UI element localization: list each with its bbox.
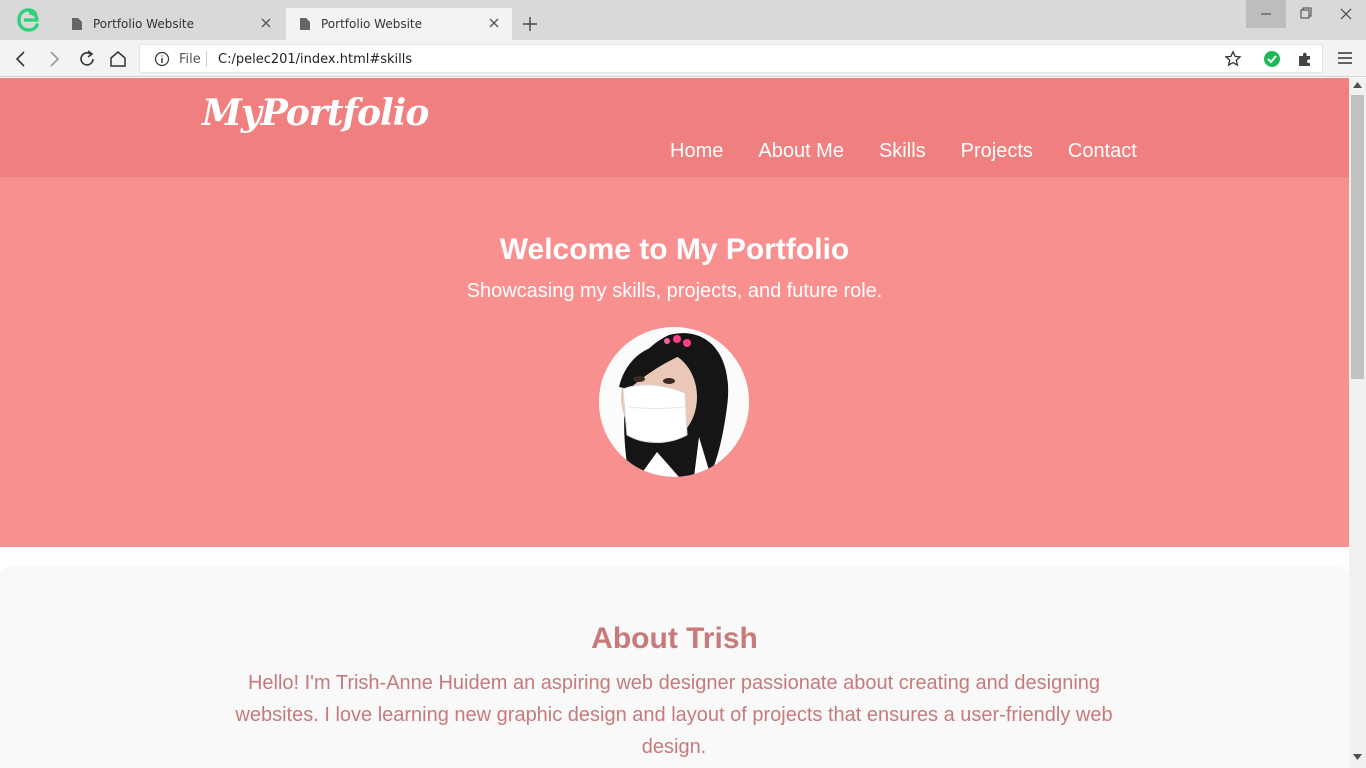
tab-title: Portfolio Website	[93, 17, 195, 31]
about-section: About Trish Hello! I'm Trish-Anne Huidem…	[0, 567, 1349, 768]
file-icon	[72, 18, 82, 30]
star-icon[interactable]	[1224, 50, 1242, 68]
puzzle-icon[interactable]	[1296, 50, 1314, 68]
scroll-thumb[interactable]	[1351, 95, 1364, 379]
forward-icon[interactable]	[43, 48, 65, 70]
hero-subtitle: Showcasing my skills, projects, and futu…	[466, 280, 883, 302]
menu-icon[interactable]	[1336, 49, 1354, 67]
url-text[interactable]: C:/pelec201/index.html#skills	[218, 52, 412, 67]
home-icon[interactable]	[107, 48, 129, 70]
address-bar[interactable]: File C:/pelec201/index.html#skills	[139, 44, 1323, 73]
browser-toolbar: File C:/pelec201/index.html#skills	[0, 40, 1366, 77]
browser-logo-icon	[17, 8, 39, 32]
tab-active[interactable]: Portfolio Website	[286, 8, 512, 40]
close-icon[interactable]	[1326, 0, 1366, 28]
browser-tabbar: Portfolio Website Portfolio Website	[0, 0, 1366, 40]
nav-link-home[interactable]: Home	[670, 140, 723, 163]
back-icon[interactable]	[10, 48, 32, 70]
site-nav: Home About Me Skills Projects Contact	[670, 140, 1137, 163]
nav-link-skills[interactable]: Skills	[879, 140, 926, 163]
file-icon	[300, 18, 310, 30]
profile-avatar	[599, 327, 749, 477]
page-viewport: MyPortfolio Home About Me Skills Project…	[0, 78, 1349, 768]
address-divider	[206, 51, 207, 67]
close-icon[interactable]	[258, 15, 274, 31]
scroll-down-icon[interactable]	[1353, 754, 1362, 760]
hero-title: Welcome to My Portfolio	[499, 233, 850, 266]
tab-inactive[interactable]: Portfolio Website	[58, 8, 284, 40]
about-title: About Trish	[591, 622, 758, 655]
scheme-label: File	[179, 52, 201, 67]
site-header: MyPortfolio Home About Me Skills Project…	[0, 78, 1349, 177]
tab-title: Portfolio Website	[321, 17, 423, 31]
plus-icon[interactable]	[520, 14, 540, 34]
nav-link-projects[interactable]: Projects	[961, 140, 1033, 163]
info-icon[interactable]	[154, 51, 170, 67]
page-scrollbar[interactable]	[1349, 78, 1366, 768]
minimize-icon[interactable]	[1246, 0, 1286, 28]
nav-link-contact[interactable]: Contact	[1068, 140, 1137, 163]
site-logo[interactable]: MyPortfolio	[202, 92, 429, 134]
nav-link-about[interactable]: About Me	[758, 140, 844, 163]
scroll-up-icon[interactable]	[1353, 82, 1362, 88]
reload-icon[interactable]	[76, 48, 98, 70]
about-text: Hello! I'm Trish-Anne Huidem an aspiring…	[235, 672, 1113, 758]
hero-section: Welcome to My Portfolio Showcasing my sk…	[0, 177, 1349, 547]
check-circle-icon[interactable]	[1263, 50, 1281, 68]
restore-icon[interactable]	[1286, 0, 1326, 28]
close-icon[interactable]	[486, 15, 502, 31]
profile-photo	[599, 327, 749, 477]
